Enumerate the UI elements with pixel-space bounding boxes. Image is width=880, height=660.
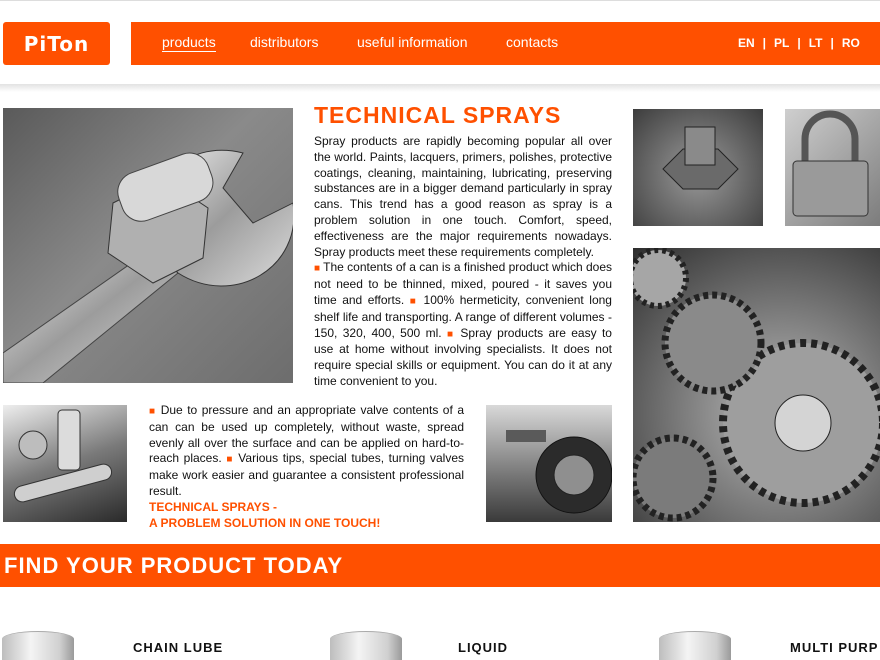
details-text: ■ Due to pressure and an appropriate val…	[149, 403, 464, 531]
nav-products[interactable]: products	[162, 34, 216, 52]
tools-photo	[3, 405, 127, 522]
benefits-paragraph: ■ The contents of a can is a finished pr…	[314, 260, 612, 389]
lang-ro[interactable]: RO	[842, 36, 860, 50]
padlock-photo	[785, 109, 880, 226]
bullet-square-icon: ■	[226, 454, 234, 466]
bullet-square-icon: ■	[314, 263, 321, 275]
find-product-banner: FIND YOUR PRODUCT TODAY	[0, 544, 880, 587]
bullet-square-icon: ■	[446, 328, 456, 340]
main-navigation: products distributors useful information…	[131, 22, 880, 65]
car-suspension-photo	[486, 405, 612, 522]
header-shadow	[0, 84, 880, 92]
nav-useful-information[interactable]: useful information	[357, 34, 468, 50]
page-title: TECHNICAL SPRAYS	[314, 102, 562, 128]
banner-text: FIND YOUR PRODUCT TODAY	[4, 553, 344, 578]
liquid-can-image[interactable]	[330, 631, 402, 660]
lang-en[interactable]: EN	[738, 36, 755, 50]
bullet-square-icon: ■	[409, 295, 418, 307]
product-chain-lube[interactable]: CHAIN LUBE	[133, 640, 223, 655]
nav-contacts[interactable]: contacts	[506, 34, 558, 50]
gears-photo	[633, 248, 880, 522]
rusty-bolt-photo	[633, 109, 763, 226]
product-liquid[interactable]: LIQUID	[458, 640, 508, 655]
wrench-photo	[3, 108, 293, 383]
piton-logo[interactable]: PiTon	[3, 22, 110, 65]
lang-lt[interactable]: LT	[809, 36, 823, 50]
multi-purpose-can-image[interactable]	[659, 631, 731, 660]
bullet-square-icon: ■	[149, 406, 157, 417]
lang-pl[interactable]: PL	[774, 36, 789, 50]
nav-distributors[interactable]: distributors	[250, 34, 318, 50]
intro-paragraph: Spray products are rapidly becoming popu…	[314, 134, 612, 259]
tagline-line-1: TECHNICAL SPRAYS -	[149, 499, 278, 514]
top-divider	[0, 0, 880, 1]
chain-lube-can-image[interactable]	[2, 631, 74, 660]
tagline-line-2: A PROBLEM SOLUTION IN ONE TOUCH!	[149, 515, 381, 530]
intro-text: Spray products are rapidly becoming popu…	[314, 134, 612, 390]
logo-text: PiTon	[23, 31, 90, 56]
product-multi-purpose[interactable]: MULTI PURP	[790, 640, 878, 655]
language-switcher: EN | PL | LT | RO	[738, 36, 860, 50]
